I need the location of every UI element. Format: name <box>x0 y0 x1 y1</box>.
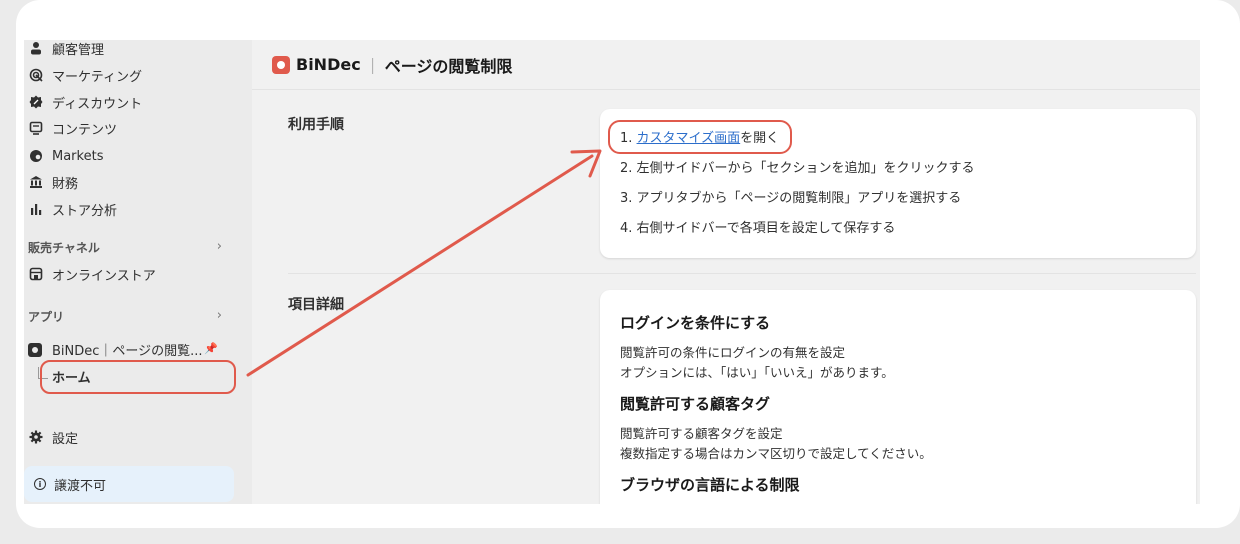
main-content: BiNDec ｜ ページの閲覧制限 利用手順 1. カスタマイズ画面を開く 2.… <box>252 40 1200 504</box>
gear-icon <box>28 429 44 445</box>
discount-icon <box>28 94 44 110</box>
chevron-right-icon[interactable]: › <box>217 308 222 323</box>
details-card: ログインを条件にする 閲覧許可の条件にログインの有無を設定 オプションには、「は… <box>600 290 1196 504</box>
target-icon <box>28 67 44 83</box>
detail-browser-language: ブラウザの言語による制限 <box>620 474 1176 495</box>
info-icon: i <box>34 478 46 490</box>
bank-icon <box>28 174 44 190</box>
sidebar-item-label: マーケティング <box>52 69 142 85</box>
sidebar-item-analytics[interactable]: ストア分析 <box>28 197 117 221</box>
annotation-highlight-home <box>40 360 236 394</box>
apps-heading[interactable]: アプリ <box>28 308 64 325</box>
sidebar-item-label: ディスカウント <box>52 96 143 112</box>
usage-section-title: 利用手順 <box>288 117 344 133</box>
sidebar-item-label: ストア分析 <box>52 203 118 219</box>
detail-login-condition: ログインを条件にする 閲覧許可の条件にログインの有無を設定 オプションには、「は… <box>620 312 1176 383</box>
detail-heading: ブラウザの言語による制限 <box>620 476 800 494</box>
sidebar-item-marketing[interactable]: マーケティング <box>28 63 142 87</box>
sidebar: 顧客管理 マーケティング ディスカウント コンテンツ Markets 財務 スト… <box>24 40 252 504</box>
globe-icon <box>28 148 44 164</box>
sidebar-item-settings[interactable]: 設定 <box>28 425 78 449</box>
sidebar-item-label: コンテンツ <box>52 122 118 138</box>
section-divider <box>288 273 1196 274</box>
title-separator: ｜ <box>364 56 381 76</box>
bindec-logo-icon <box>272 55 290 74</box>
sidebar-item-discounts[interactable]: ディスカウント <box>28 90 142 114</box>
sidebar-item-label: 設定 <box>52 431 79 447</box>
app-header: BiNDec ｜ ページの閲覧制限 <box>252 40 1200 90</box>
step-3: 3. アプリタブから「ページの閲覧制限」アプリを選択する <box>620 191 962 206</box>
sidebar-item-label: オンラインストア <box>52 268 156 284</box>
notice-label: 譲渡不可 <box>54 478 107 494</box>
sidebar-item-label: 顧客管理 <box>52 42 105 58</box>
sidebar-item-customers[interactable]: 顧客管理 <box>28 40 104 60</box>
app-icon <box>28 342 42 357</box>
pin-icon[interactable]: 📌 <box>204 342 218 355</box>
annotation-highlight-step1 <box>608 120 792 154</box>
detail-text: 閲覧許可の条件にログインの有無を設定 <box>620 345 846 360</box>
sidebar-item-content[interactable]: コンテンツ <box>28 116 117 140</box>
sidebar-item-finance[interactable]: 財務 <box>28 170 78 194</box>
page-title: ページの閲覧制限 <box>384 56 513 76</box>
step-2: 2. 左側サイドバーから「セクションを追加」をクリックする <box>620 161 975 176</box>
detail-heading: ログインを条件にする <box>620 314 771 332</box>
sidebar-item-label: BiNDec｜ページの閲覧... <box>52 344 203 359</box>
sidebar-item-online-store[interactable]: オンラインストア <box>28 262 156 286</box>
store-icon <box>28 266 44 282</box>
app-brand: BiNDec <box>296 55 361 74</box>
detail-text: オプションには、「はい」「いいえ」があります。 <box>620 365 894 380</box>
content-icon <box>28 120 44 136</box>
sidebar-item-label: Markets <box>52 148 104 164</box>
chevron-right-icon[interactable]: › <box>217 239 222 254</box>
screenshot-frame: 顧客管理 マーケティング ディスカウント コンテンツ Markets 財務 スト… <box>0 0 1240 544</box>
details-section-title: 項目詳細 <box>288 297 344 313</box>
detail-text: 閲覧許可する顧客タグを設定 <box>620 426 783 441</box>
detail-customer-tags: 閲覧許可する顧客タグ 閲覧許可する顧客タグを設定 複数指定する場合はカンマ区切り… <box>620 393 1176 464</box>
sales-channel-heading[interactable]: 販売チャネル <box>28 239 100 256</box>
sidebar-item-label: 財務 <box>52 176 79 192</box>
sidebar-item-markets[interactable]: Markets <box>28 144 103 168</box>
step-4: 4. 右側サイドバーで各項目を設定して保存する <box>620 221 896 236</box>
person-icon <box>28 40 44 56</box>
detail-heading: 閲覧許可する顧客タグ <box>620 395 771 413</box>
sidebar-item-app-bindec[interactable]: BiNDec｜ページの閲覧... <box>28 340 224 359</box>
bar-chart-icon <box>28 201 44 217</box>
non-transferable-notice[interactable]: i 譲渡不可 <box>24 466 234 502</box>
detail-text: 複数指定する場合はカンマ区切りで設定してください。 <box>620 446 932 461</box>
